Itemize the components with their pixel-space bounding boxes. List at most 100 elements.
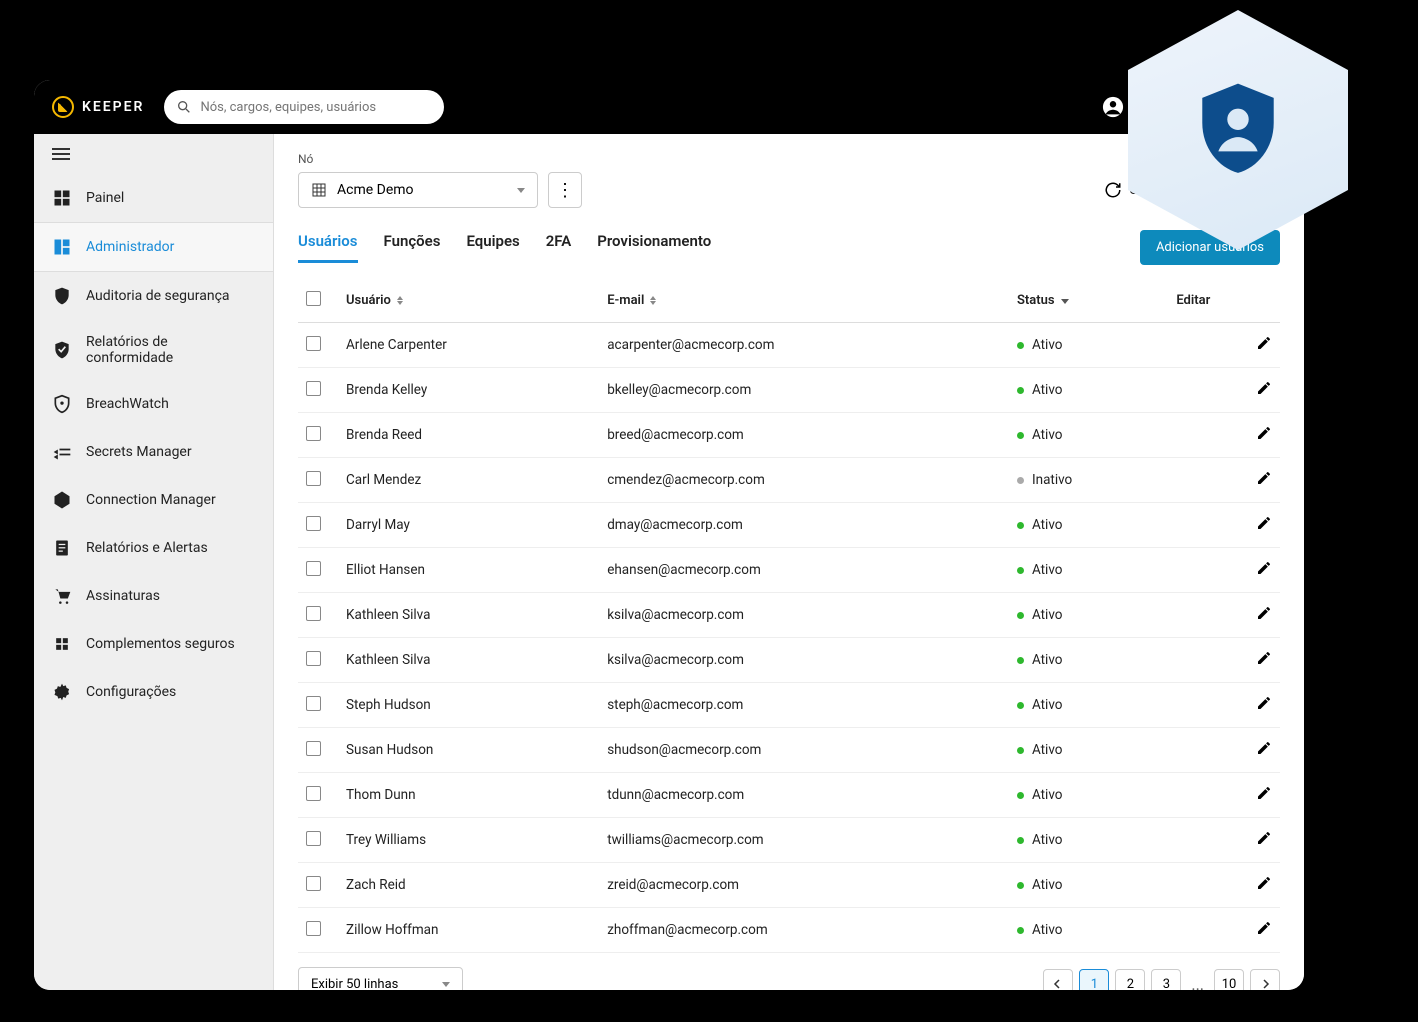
- report-icon: [52, 538, 72, 558]
- row-checkbox[interactable]: [306, 561, 321, 576]
- pencil-icon: [1256, 335, 1272, 351]
- pencil-icon: [1256, 515, 1272, 531]
- row-checkbox[interactable]: [306, 876, 321, 891]
- row-checkbox[interactable]: [306, 516, 321, 531]
- cell-status: Inativo: [1009, 458, 1168, 503]
- row-checkbox[interactable]: [306, 831, 321, 846]
- row-checkbox[interactable]: [306, 696, 321, 711]
- edit-button[interactable]: [1256, 699, 1272, 715]
- row-checkbox[interactable]: [306, 741, 321, 756]
- row-checkbox[interactable]: [306, 426, 321, 441]
- sidebar-item-configura-es[interactable]: Configurações: [34, 668, 273, 716]
- edit-button[interactable]: [1256, 519, 1272, 535]
- edit-button[interactable]: [1256, 564, 1272, 580]
- col-user[interactable]: Usuário: [338, 279, 599, 323]
- col-email[interactable]: E-mail: [599, 279, 1009, 323]
- row-checkbox[interactable]: [306, 786, 321, 801]
- tab-equipes[interactable]: Equipes: [466, 232, 519, 263]
- pagination: 123...10: [1043, 969, 1280, 990]
- chevron-right-icon: [1260, 979, 1270, 989]
- hamburger-icon: [52, 148, 70, 160]
- sidebar-item-complementos-seguros[interactable]: Complementos seguros: [34, 620, 273, 668]
- sidebar-item-painel[interactable]: Painel: [34, 174, 273, 222]
- row-checkbox[interactable]: [306, 336, 321, 351]
- row-checkbox[interactable]: [306, 381, 321, 396]
- cell-user: Zach Reid: [338, 863, 599, 908]
- edit-button[interactable]: [1256, 474, 1272, 490]
- refresh-icon: [1104, 181, 1122, 199]
- edit-button[interactable]: [1256, 879, 1272, 895]
- sidebar-item-label: Connection Manager: [86, 492, 216, 508]
- edit-button[interactable]: [1256, 609, 1272, 625]
- edit-button[interactable]: [1256, 654, 1272, 670]
- tab-usu-rios[interactable]: Usuários: [298, 232, 358, 263]
- sidebar-item-relat-rios-de-conformidade[interactable]: Relatórios de conformidade: [34, 320, 273, 380]
- sidebar-item-label: Administrador: [86, 239, 174, 255]
- edit-button[interactable]: [1256, 429, 1272, 445]
- shield-check-icon: [52, 340, 72, 360]
- edit-button[interactable]: [1256, 384, 1272, 400]
- cell-status: Ativo: [1009, 323, 1168, 368]
- cell-status: Ativo: [1009, 368, 1168, 413]
- edit-button[interactable]: [1256, 924, 1272, 940]
- node-selector[interactable]: Acme Demo: [298, 172, 538, 208]
- sidebar-item-assinaturas[interactable]: Assinaturas: [34, 572, 273, 620]
- sidebar-item-auditoria-de-seguran-a[interactable]: Auditoria de segurança: [34, 272, 273, 320]
- cell-email: acarpenter@acmecorp.com: [599, 323, 1009, 368]
- row-checkbox[interactable]: [306, 606, 321, 621]
- cell-user: Trey Williams: [338, 818, 599, 863]
- status-dot-icon: [1017, 657, 1024, 664]
- cell-status: Ativo: [1009, 548, 1168, 593]
- page-prev-button[interactable]: [1043, 969, 1073, 990]
- cell-status: Ativo: [1009, 593, 1168, 638]
- page-button-1[interactable]: 1: [1079, 969, 1109, 990]
- cell-status: Ativo: [1009, 773, 1168, 818]
- chevron-down-icon: [442, 982, 450, 987]
- pencil-icon: [1256, 560, 1272, 576]
- app-window: KEEPER john@acme-demo.com Painel Administ…: [34, 80, 1304, 990]
- sidebar-item-administrador[interactable]: Administrador: [34, 222, 273, 272]
- sidebar-item-breachwatch[interactable]: BreachWatch: [34, 380, 273, 428]
- page-button-10[interactable]: 10: [1214, 969, 1244, 990]
- kebab-icon: ⋮: [556, 180, 574, 201]
- row-checkbox[interactable]: [306, 651, 321, 666]
- table-row: Thom Dunntdunn@acmecorp.comAtivo: [298, 773, 1280, 818]
- cell-user: Elliot Hansen: [338, 548, 599, 593]
- cell-email: cmendez@acmecorp.com: [599, 458, 1009, 503]
- connection-icon: [52, 490, 72, 510]
- topbar: KEEPER john@acme-demo.com: [34, 80, 1304, 134]
- cell-user: Arlene Carpenter: [338, 323, 599, 368]
- page-button-2[interactable]: 2: [1115, 969, 1145, 990]
- rows-per-page-select[interactable]: Exibir 50 linhas: [298, 967, 463, 990]
- sidebar-toggle[interactable]: [34, 134, 273, 174]
- search-input[interactable]: [164, 90, 444, 124]
- table-row: Arlene Carpenteracarpenter@acmecorp.comA…: [298, 323, 1280, 368]
- pencil-icon: [1256, 830, 1272, 846]
- cell-user: Steph Hudson: [338, 683, 599, 728]
- page-button-3[interactable]: 3: [1151, 969, 1181, 990]
- row-checkbox[interactable]: [306, 921, 321, 936]
- select-all-checkbox[interactable]: [306, 291, 321, 306]
- edit-button[interactable]: [1256, 789, 1272, 805]
- edit-button[interactable]: [1256, 834, 1272, 850]
- cell-email: ehansen@acmecorp.com: [599, 548, 1009, 593]
- edit-button[interactable]: [1256, 744, 1272, 760]
- sort-icon: [650, 296, 656, 305]
- col-status[interactable]: Status: [1009, 279, 1168, 323]
- sidebar-item-secrets-manager[interactable]: Secrets Manager: [34, 428, 273, 476]
- cell-email: ksilva@acmecorp.com: [599, 593, 1009, 638]
- cell-status: Ativo: [1009, 818, 1168, 863]
- tab-fun-es[interactable]: Funções: [384, 232, 441, 263]
- node-more-button[interactable]: ⋮: [548, 172, 582, 208]
- row-checkbox[interactable]: [306, 471, 321, 486]
- sidebar-item-label: Painel: [86, 190, 124, 206]
- cell-email: breed@acmecorp.com: [599, 413, 1009, 458]
- sidebar-item-relat-rios-e-alertas[interactable]: Relatórios e Alertas: [34, 524, 273, 572]
- page-next-button[interactable]: [1250, 969, 1280, 990]
- edit-button[interactable]: [1256, 339, 1272, 355]
- sidebar-item-connection-manager[interactable]: Connection Manager: [34, 476, 273, 524]
- status-dot-icon: [1017, 342, 1024, 349]
- tab-2fa[interactable]: 2FA: [546, 232, 572, 263]
- brand-mark-icon: [52, 96, 74, 118]
- tab-provisionamento[interactable]: Provisionamento: [597, 232, 711, 263]
